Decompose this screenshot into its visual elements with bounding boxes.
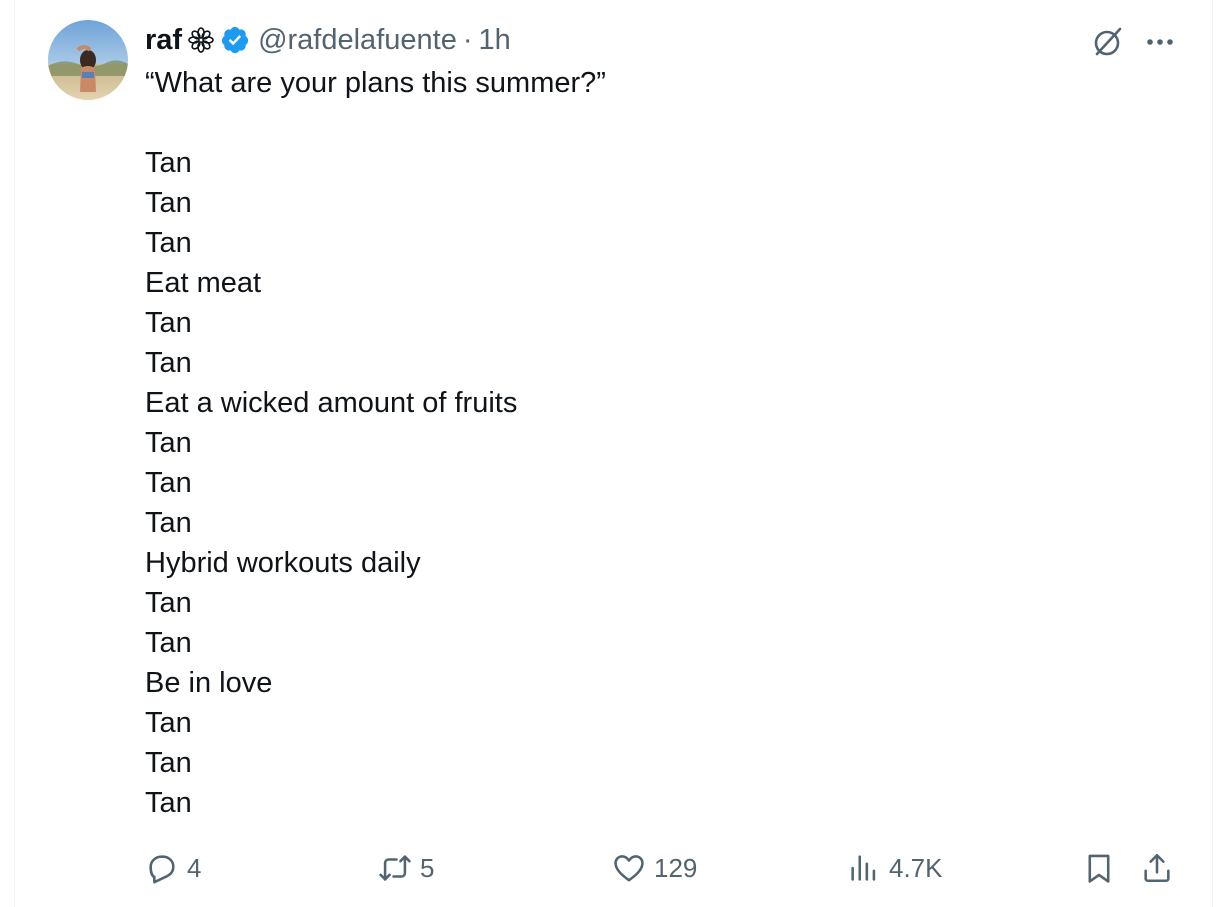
- tweet-line: Eat a wicked amount of fruits: [145, 387, 518, 419]
- retweet-count: 5: [420, 852, 435, 883]
- tweet-line: Tan: [145, 787, 192, 819]
- tweet-actions: 4 5 129 4.7K: [145, 846, 1180, 890]
- grok-icon[interactable]: [1090, 24, 1126, 60]
- tweet-header: raf @rafdelafuente · 1h: [145, 20, 511, 60]
- tweet-text: “What are your plans this summer?” Tan T…: [145, 63, 606, 823]
- tweet-line: Hybrid workouts daily: [145, 547, 421, 579]
- tweet-line: Tan: [145, 627, 192, 659]
- views-button[interactable]: 4.7K: [847, 846, 943, 890]
- avatar[interactable]: [48, 20, 128, 100]
- like-count: 129: [654, 852, 698, 883]
- bookmark-button[interactable]: [1082, 846, 1116, 890]
- tweet-line: Tan: [145, 467, 192, 499]
- share-button[interactable]: [1140, 846, 1174, 890]
- like-button[interactable]: 129: [612, 846, 697, 890]
- tweet-line: [145, 103, 606, 143]
- reply-icon: [149, 855, 175, 884]
- tweet-line: Tan: [145, 187, 192, 219]
- tweet-line: Eat meat: [145, 267, 262, 299]
- tweet-line: Tan: [145, 507, 192, 539]
- separator-dot: ·: [462, 23, 473, 56]
- tweet-line: Tan: [145, 707, 192, 739]
- views-chart-icon: [851, 855, 876, 881]
- tweet-line: “What are your plans this summer?”: [145, 67, 606, 99]
- flower-icon: [188, 27, 214, 53]
- retweet-icon: [379, 855, 411, 881]
- tweet-line: Tan: [145, 747, 192, 779]
- retweet-button[interactable]: 5: [378, 846, 434, 890]
- tweet-line: Tan: [145, 147, 192, 179]
- verified-badge-icon: [221, 26, 249, 54]
- tweet-line: Tan: [145, 307, 192, 339]
- author-name[interactable]: raf: [145, 24, 182, 57]
- heart-icon: [614, 855, 644, 882]
- tweet-timestamp[interactable]: 1h: [479, 24, 511, 57]
- tweet-line: Tan: [145, 227, 192, 259]
- reply-button[interactable]: 4: [145, 846, 201, 890]
- more-options-icon[interactable]: [1142, 28, 1178, 56]
- tweet-line: Tan: [145, 587, 192, 619]
- share-icon: [1144, 853, 1170, 883]
- author-handle[interactable]: @rafdelafuente: [258, 24, 457, 57]
- views-count: 4.7K: [889, 852, 943, 883]
- tweet-line: Tan: [145, 347, 192, 379]
- reply-count: 4: [187, 852, 202, 883]
- tweet-line: Tan: [145, 427, 192, 459]
- tweet-line: Be in love: [145, 667, 273, 699]
- bookmark-icon: [1088, 854, 1110, 883]
